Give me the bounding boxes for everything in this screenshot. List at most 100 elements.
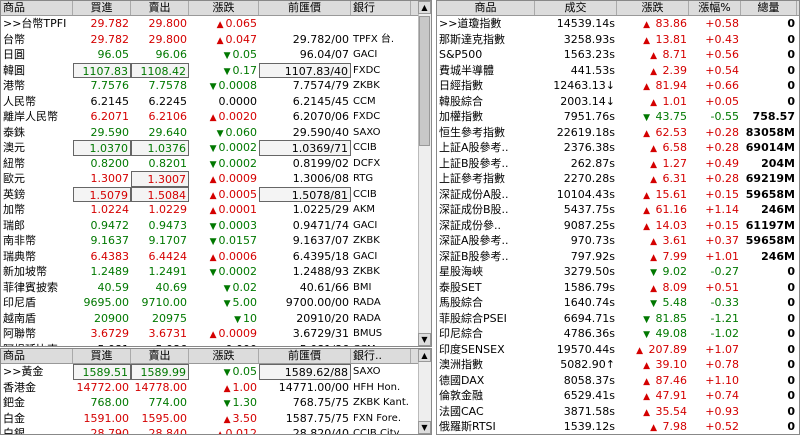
index-row[interactable]: S&P500 1563.23s ▲ 8.71 +0.56 0 xyxy=(437,47,799,63)
index-row[interactable]: 深証成份參.. 9087.25s ▲ 14.03 +0.15 61197M xyxy=(437,218,799,234)
quote-row[interactable]: 人民幣 6.2145 6.2245 0.0000 6.2145/45 CCM xyxy=(1,94,431,110)
column-header[interactable]: 前匯價 xyxy=(259,349,351,363)
bid-price: 768.00 xyxy=(90,396,130,409)
index-row[interactable]: 上証B股參考.. 262.87s ▲ 1.27 +0.49 204M xyxy=(437,156,799,172)
quote-row[interactable]: 新加坡幣 1.2489 1.2491 ▼ 0.0002 1.2488/93 ZKBK xyxy=(1,264,431,280)
scroll-thumb[interactable] xyxy=(419,16,430,146)
bank-code: CCIB xyxy=(353,142,377,153)
column-header[interactable]: 買進 xyxy=(73,1,131,15)
quote-row[interactable]: 紐幣 0.8200 0.8201 ▼ 0.0002 0.8199/02 DCFX xyxy=(1,156,431,172)
ask-price: 1108.42 xyxy=(131,62,189,78)
change-value: ▼ 0.0008 xyxy=(189,78,259,94)
down-arrow-icon: ▼ xyxy=(223,399,231,409)
bid-price: 0.9472 xyxy=(90,218,130,232)
scroll-down-icon[interactable]: ▼ xyxy=(418,421,431,434)
column-header[interactable]: 賣出 xyxy=(131,349,189,363)
index-row[interactable]: 上証參考指數 2270.28s ▲ 6.31 +0.28 69219M xyxy=(437,171,799,187)
up-arrow-icon: ▲ xyxy=(650,144,657,154)
quote-row[interactable]: 菲律賓披索 40.59 40.69 ▼ 0.02 40.61/66 BMI xyxy=(1,280,431,296)
scroll-up-icon[interactable]: ▲ xyxy=(418,1,431,14)
total-volume: 0 xyxy=(787,63,795,77)
index-row[interactable]: 澳洲指數 5082.90↑ ▲ 39.10 +0.78 0 xyxy=(437,357,799,373)
quote-row[interactable]: 印尼盾 9695.00 9710.00 ▼ 5.00 9700.00/00 RADA xyxy=(1,295,431,311)
column-header[interactable]: 成交 xyxy=(535,1,617,15)
change-text: 0.000 xyxy=(226,343,258,347)
index-row[interactable]: >>道瓊指數 14539.14s ▲ 83.86 +0.58 0 xyxy=(437,16,799,32)
index-row[interactable]: 馬股綜合 1640.74s ▼ 5.48 -0.33 0 xyxy=(437,295,799,311)
column-header[interactable]: 商品 xyxy=(1,349,73,363)
index-row[interactable]: 深証成份B股.. 5437.75s ▲ 61.16 +1.14 246M xyxy=(437,202,799,218)
index-row[interactable]: 恒生參考指數 22619.18s ▲ 62.53 +0.28 83058M xyxy=(437,125,799,141)
change-text: 0.0020 xyxy=(218,110,258,123)
quote-row[interactable]: 歐元 1.3007 1.3007 ▲ 0.0009 1.3006/08 RTG xyxy=(1,171,431,187)
quote-row[interactable]: 瑞郎 0.9472 0.9473 ▼ 0.0003 0.9471/74 GACI xyxy=(1,218,431,234)
percent-change: +1.14 xyxy=(705,203,739,216)
column-header[interactable]: 商品 xyxy=(1,1,73,15)
change-text: 0.0003 xyxy=(218,218,258,232)
index-row[interactable]: 法國CAC 3871.58s ▲ 35.54 +0.93 0 xyxy=(437,404,799,420)
metals-scrollbar[interactable]: ▲ ▼ xyxy=(418,349,431,434)
index-row[interactable]: 星股海峽 3279.50s ▼ 9.02 -0.27 0 xyxy=(437,264,799,280)
column-header[interactable]: 總量 xyxy=(741,1,797,15)
column-header[interactable]: 前匯價 xyxy=(259,1,351,15)
quote-row[interactable]: 鈀金 768.00 774.00 ▼ 1.30 768.75/75 ZKBK Kant. xyxy=(1,395,431,411)
index-row[interactable]: 菲股綜合PSEI 6694.71s ▼ 81.85 -1.21 0 xyxy=(437,311,799,327)
change-value: ▼ 0.0002 xyxy=(189,140,259,156)
quote-row[interactable]: 韓圓 1107.83 1108.42 ▼ 0.17 1107.83/40 FXDC xyxy=(1,62,431,79)
quote-row[interactable]: 加幣 1.0224 1.0229 ▲ 0.0001 1.0225/29 AKM xyxy=(1,202,431,218)
column-header[interactable]: 漲跌 xyxy=(189,349,259,363)
column-header[interactable]: 商品 xyxy=(437,1,535,15)
quote-row[interactable]: >>黃金 1589.51 1589.99 ▼ 0.05 1589.62/88 SAXO xyxy=(1,364,431,380)
column-header[interactable]: 賣出 xyxy=(131,1,189,15)
quote-row[interactable]: 英鎊 1.5079 1.5084 ▲ 0.0005 1.5078/81 CCIB xyxy=(1,186,431,202)
index-row[interactable]: 韓股綜合 2003.14↓ ▲ 1.01 +0.05 0 xyxy=(437,94,799,110)
quote-row[interactable]: 泰銖 29.590 29.640 ▼ 0.060 29.590/40 SAXO xyxy=(1,125,431,141)
index-row[interactable]: 上証A股參考.. 2376.38s ▲ 6.58 +0.28 69014M xyxy=(437,140,799,156)
scroll-up-icon[interactable]: ▲ xyxy=(418,349,431,362)
quote-row[interactable]: 日圓 96.05 96.06 ▼ 0.05 96.04/07 GACI xyxy=(1,47,431,63)
index-row[interactable]: 深証A股參考.. 970.73s ▲ 3.61 +0.37 59658M xyxy=(437,233,799,249)
quote-row[interactable]: >>台幣TPFI 29.782 29.800 ▲ 0.065 xyxy=(1,16,431,32)
fx-scrollbar[interactable]: ▲ ▼ xyxy=(418,1,431,346)
column-header[interactable]: 漲幅% xyxy=(689,1,741,15)
quote-row[interactable]: 澳元 1.0370 1.0376 ▼ 0.0002 1.0369/71 CCIB xyxy=(1,140,431,156)
bank-code: FXDC xyxy=(353,64,381,76)
index-row[interactable]: 印尼綜合 4786.36s ▼ 49.08 -1.02 0 xyxy=(437,326,799,342)
change-value: ▼ 0.17 xyxy=(189,63,259,79)
index-row[interactable]: 倫敦金融 6529.41s ▲ 47.91 +0.74 0 xyxy=(437,388,799,404)
quote-row[interactable]: 阿根廷比索5.0815.086 0.0005.081/86CCM xyxy=(1,342,431,347)
index-row[interactable]: 加權指數 7951.76s ▼ 43.75 -0.55 758.57 xyxy=(437,109,799,125)
column-header[interactable]: 銀行.. xyxy=(351,349,411,363)
index-row[interactable]: 深証成份A股.. 10104.43s ▲ 15.61 +0.15 59658M xyxy=(437,187,799,203)
quote-row[interactable]: 港幣 7.7576 7.7578 ▼ 0.0008 7.7574/79 ZKBK xyxy=(1,78,431,94)
column-header[interactable]: 買進 xyxy=(73,349,131,363)
change-value: ▼ 0.060 xyxy=(189,125,259,141)
quote-row[interactable]: 白金 1591.00 1595.00 ▲ 3.50 1587.75/75 FXN Fore. xyxy=(1,411,431,427)
change-text: 0.17 xyxy=(232,63,258,77)
index-row[interactable]: 那斯達克指數 3258.93s ▲ 13.81 +0.43 0 xyxy=(437,32,799,48)
quote-row[interactable]: 台幣 29.782 29.800 ▲ 0.047 29.782/00 TPFX 台. xyxy=(1,32,431,48)
quote-row[interactable]: 瑞典幣 6.4383 6.4424 ▲ 0.0006 6.4395/18 GACI xyxy=(1,249,431,265)
quote-row[interactable]: 香港金 14772.00 14778.00 ▲ 1.00 14771.00/00 HFH H… xyxy=(1,380,431,396)
column-header[interactable]: 漲跌 xyxy=(617,1,689,15)
column-header[interactable]: 銀行 xyxy=(351,1,411,15)
down-arrow-icon: ▼ xyxy=(223,283,231,294)
index-row[interactable]: 印度SENSEX 19570.44s ▲ 207.89 +1.07 0 xyxy=(437,342,799,358)
quote-row[interactable]: 離岸人民幣 6.2071 6.2106 ▲ 0.0020 6.2070/06 FXDC xyxy=(1,109,431,125)
index-row[interactable]: 泰股SET 1586.79s ▲ 8.09 +0.51 0 xyxy=(437,280,799,296)
change-value: ▲ 3.50 xyxy=(189,411,259,427)
index-row[interactable]: 俄羅斯RTSI 1539.12s ▲ 7.98 +0.52 0 xyxy=(437,419,799,434)
quote-row[interactable]: 南非幣 9.1637 9.1707 ▼ 0.0157 9.1637/07 ZKBK xyxy=(1,233,431,249)
previous-rate: 40.61/66 xyxy=(299,280,349,294)
quote-row[interactable]: 阿聯幣 3.6729 3.6731 ▲ 0.0009 3.6729/31 BMUS xyxy=(1,326,431,342)
scroll-down-icon[interactable]: ▼ xyxy=(418,333,431,346)
column-header[interactable]: 漲跌 xyxy=(189,1,259,15)
index-row[interactable]: 深証B股參考.. 797.92s ▲ 7.99 +1.01 246M xyxy=(437,249,799,265)
index-row[interactable]: 日經指數 12463.13↓ ▲ 81.94 +0.66 0 xyxy=(437,78,799,94)
index-row[interactable]: 費城半導體 441.53s ▲ 2.39 +0.54 0 xyxy=(437,63,799,79)
down-arrow-icon: ▼ xyxy=(209,237,217,247)
index-row[interactable]: 德國DAX 8058.37s ▲ 87.46 +1.10 0 xyxy=(437,373,799,389)
quote-row[interactable]: 白銀 28.790 28.840 ▲ 0.012 28.820/40 CCIB City. xyxy=(1,426,431,434)
ask-price: 6.2106 xyxy=(148,110,188,123)
quote-row[interactable]: 越南盾 20900 20975 ▼ 10 20910/20 RADA xyxy=(1,311,431,327)
